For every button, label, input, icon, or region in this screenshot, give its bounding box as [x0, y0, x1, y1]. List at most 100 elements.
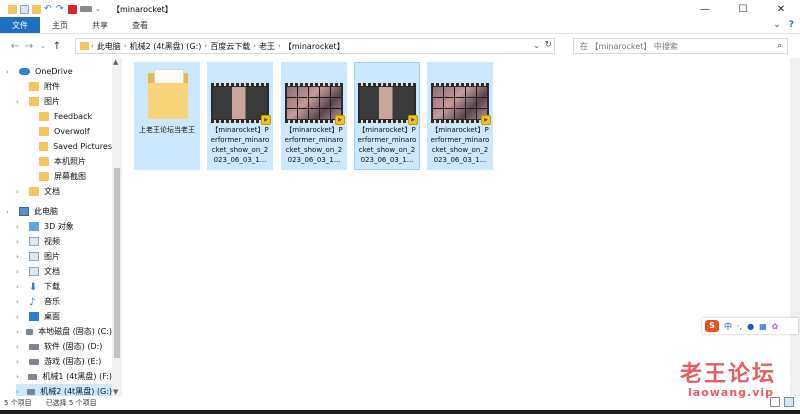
- back-button[interactable]: ←: [8, 41, 22, 52]
- expand-icon[interactable]: ›: [16, 98, 24, 106]
- customize-toolbar-icon[interactable]: ⌄: [95, 5, 104, 14]
- microphone-icon[interactable]: ●: [747, 322, 754, 331]
- sidebar-item[interactable]: 附件: [16, 79, 112, 94]
- new-folder-icon[interactable]: [32, 4, 41, 14]
- breadcrumb-laowang[interactable]: 老王: [256, 41, 278, 52]
- expand-icon[interactable]: ›: [16, 358, 24, 366]
- undo-icon[interactable]: ↶: [44, 4, 53, 14]
- sidebar-scrollbar[interactable]: ▲ ▼: [112, 58, 122, 396]
- delete-icon[interactable]: [68, 4, 77, 14]
- expand-icon[interactable]: ›: [16, 223, 24, 231]
- sidebar-item[interactable]: › 机械1 (4t黑盘) (F:): [16, 369, 112, 384]
- video-file-item[interactable]: ▶ 【minarocket】Performer_minarocket_show_o…: [354, 62, 420, 170]
- expand-icon[interactable]: ›: [16, 238, 24, 246]
- tab-file[interactable]: 文件: [0, 17, 40, 33]
- sidebar-item[interactable]: › 视频: [16, 234, 112, 249]
- window-title: 【minarocket】: [112, 4, 173, 14]
- expand-icon[interactable]: ›: [16, 343, 24, 351]
- video-file-item[interactable]: ▶ 【minarocket】Performer_minarocket_show_o…: [427, 62, 493, 170]
- desk-icon: [29, 312, 39, 321]
- close-button[interactable]: ✕: [762, 0, 800, 18]
- tab-view[interactable]: 查看: [120, 17, 160, 33]
- sidebar-item[interactable]: › ♪ 音乐: [16, 294, 112, 309]
- scroll-down-icon[interactable]: ▼: [113, 388, 118, 396]
- sidebar-item[interactable]: Overwolf: [26, 124, 112, 139]
- expand-icon[interactable]: ›: [16, 373, 23, 381]
- ime-punctuation-toggle[interactable]: ·,: [737, 322, 742, 331]
- sidebar-item[interactable]: 屏幕截图: [26, 169, 112, 184]
- selected-count: 已选择 5 个项目: [45, 399, 97, 407]
- sidebar-item[interactable]: › 图片: [16, 94, 112, 109]
- sidebar-item[interactable]: › OneDrive: [6, 64, 112, 79]
- breadcrumb-current[interactable]: 【minarocket】: [281, 41, 348, 52]
- sidebar-item[interactable]: › 3D 对象: [16, 219, 112, 234]
- rename-icon[interactable]: [80, 6, 92, 12]
- breadcrumb-drive[interactable]: 机械2 (4t黑盘) (G:): [127, 41, 205, 52]
- expand-icon[interactable]: ›: [16, 313, 24, 321]
- sidebar-item[interactable]: › 机械2 (4t黑盘) (G:): [16, 384, 112, 396]
- sidebar-item[interactable]: › 文档: [16, 184, 112, 199]
- expand-icon[interactable]: ›: [16, 188, 24, 196]
- folder-icon: [29, 82, 39, 91]
- recent-locations-button[interactable]: ⌄: [36, 42, 50, 50]
- sidebar-item-label: 本机照片: [54, 157, 86, 166]
- scrollbar-thumb[interactable]: [114, 168, 120, 358]
- sidebar-item[interactable]: 本机照片: [26, 154, 112, 169]
- up-button[interactable]: ↑: [50, 41, 64, 52]
- sidebar-item[interactable]: › 本地磁盘 (固态) (C:): [16, 324, 112, 339]
- maximize-button[interactable]: ☐: [724, 0, 762, 18]
- tab-home[interactable]: 主页: [40, 17, 80, 33]
- sidebar-item-label: 音乐: [44, 297, 60, 306]
- sidebar-item-label: Overwolf: [54, 127, 90, 136]
- expand-icon[interactable]: ›: [6, 68, 14, 76]
- breadcrumb-baidu-download[interactable]: 百度云下载: [207, 41, 253, 52]
- help-icon[interactable]: ?: [789, 20, 794, 30]
- sidebar-item[interactable]: › 此电脑: [6, 204, 112, 219]
- redo-icon[interactable]: ↷: [56, 4, 65, 14]
- expand-icon[interactable]: ›: [16, 328, 21, 336]
- chevron-down-icon[interactable]: ⌄: [773, 20, 781, 30]
- sidebar-item[interactable]: › 桌面: [16, 309, 112, 324]
- refresh-icon[interactable]: ↻: [544, 40, 552, 50]
- expand-icon[interactable]: ›: [16, 268, 24, 276]
- expand-icon[interactable]: ›: [16, 283, 24, 291]
- expand-icon[interactable]: ›: [16, 298, 24, 306]
- large-icons-view-button[interactable]: [784, 397, 794, 407]
- scroll-up-icon[interactable]: ▲: [113, 58, 118, 66]
- sidebar-item[interactable]: › 游戏 (固态) (E:): [16, 354, 112, 369]
- pc-icon: [19, 207, 29, 216]
- breadcrumb-this-pc[interactable]: 此电脑: [94, 41, 124, 52]
- sidebar-item[interactable]: Saved Pictures: [26, 139, 112, 154]
- tab-share[interactable]: 共享: [80, 17, 120, 33]
- sidebar-item[interactable]: Feedback: [26, 109, 112, 124]
- folder-icon: [39, 112, 49, 121]
- sidebar-item[interactable]: › 文档: [16, 264, 112, 279]
- video-file-item[interactable]: ▶ 【minarocket】Performer_minarocket_show_o…: [207, 62, 273, 170]
- ime-mode-toggle[interactable]: 中: [724, 321, 732, 332]
- video-file-item[interactable]: ▶ 【minarocket】Performer_minarocket_show_o…: [281, 62, 347, 170]
- search-input[interactable]: 在 【minarocket】 中搜索 ⌕: [573, 38, 788, 54]
- sidebar-item[interactable]: › 图片: [16, 249, 112, 264]
- drive-icon: [29, 343, 39, 350]
- expand-icon[interactable]: ›: [16, 388, 22, 396]
- address-bar[interactable]: › 此电脑 › 机械2 (4t黑盘) (G:) › 百度云下载 › 老王 › 【…: [75, 38, 555, 54]
- expand-icon[interactable]: ›: [6, 208, 14, 216]
- sidebar-item[interactable]: › 软件 (固态) (D:): [16, 339, 112, 354]
- file-list: 上老王论坛当老王 ▶ 【minarocket】Performer_minarocke…: [124, 58, 790, 396]
- keyboard-icon[interactable]: ▦: [759, 322, 767, 331]
- expand-icon[interactable]: ›: [16, 253, 24, 261]
- skin-icon[interactable]: ✿: [772, 322, 779, 331]
- address-history-icon[interactable]: ⌄: [533, 41, 540, 50]
- sidebar-item[interactable]: › ⬇ 下载: [16, 279, 112, 294]
- doc-icon: [29, 267, 39, 276]
- properties-icon[interactable]: [20, 4, 29, 14]
- minimize-button[interactable]: —: [686, 0, 724, 18]
- content-scrollbar[interactable]: [790, 58, 800, 396]
- forward-button[interactable]: →: [22, 41, 36, 52]
- sidebar-item-label: 视频: [44, 237, 60, 246]
- sogou-logo-icon[interactable]: S: [705, 320, 719, 332]
- file-name: 【minarocket】Performer_minarocket_show_on…: [284, 126, 344, 164]
- video-thumbnail: ▶: [431, 83, 491, 125]
- video-thumbnail: ▶: [285, 83, 345, 125]
- folder-item[interactable]: 上老王论坛当老王: [134, 62, 200, 170]
